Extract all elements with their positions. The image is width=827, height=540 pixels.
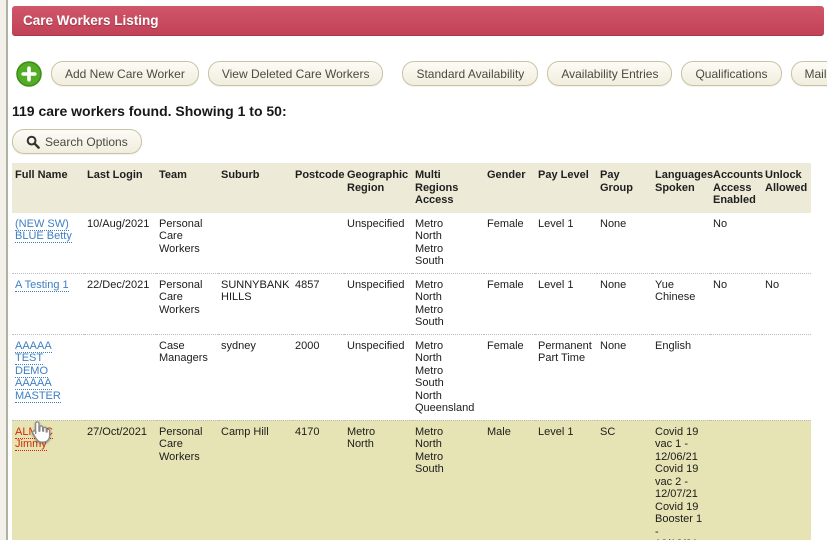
- cell: Covid 19 vac 1 - 12/06/21 Covid 19 vac 2…: [652, 420, 710, 540]
- cell: Metro North Metro South: [412, 273, 484, 335]
- cell: Level 1: [535, 273, 597, 335]
- cell: 22/Dec/2021: [84, 273, 156, 335]
- table-row: A Testing 1 22/Dec/2021 Personal Care Work…: [12, 273, 811, 335]
- column-header: Accounts Access Enabled: [710, 163, 763, 213]
- cell: [710, 334, 762, 421]
- cell-full-name: ALMAC Jimmy: [12, 420, 84, 540]
- cell: No: [710, 273, 762, 335]
- panel-left-border: [0, 0, 8, 540]
- cell: Unspecified: [344, 212, 412, 274]
- search-row: Search Options: [12, 129, 824, 154]
- column-header: Languages Spoken: [652, 163, 713, 213]
- table-header-row: Full Name Last Login Team Suburb Postcode Geo…: [12, 163, 811, 213]
- column-header: Full Name: [12, 163, 84, 213]
- cell: Yue Chinese: [652, 273, 710, 335]
- cell: SC: [597, 420, 652, 540]
- cell: None: [597, 212, 652, 274]
- table-body: (NEW SW) BLUE Betty 10/Aug/2021 Personal C…: [12, 212, 811, 540]
- column-header: Pay Level: [535, 163, 597, 213]
- column-header: Last Login: [84, 163, 156, 213]
- toolbar-button-standard-availability[interactable]: Standard Availability: [402, 61, 539, 86]
- table-row: (NEW SW) BLUE Betty 10/Aug/2021 Personal C…: [12, 212, 811, 274]
- column-header: Multi Regions Access: [412, 163, 484, 213]
- cell: [652, 212, 710, 274]
- cell: [762, 420, 811, 540]
- cell: Level 1: [535, 212, 597, 274]
- cell: sydney: [218, 334, 292, 421]
- page-title-bar: Care Workers Listing: [12, 6, 824, 36]
- cell: [84, 334, 156, 421]
- results-summary: 119 care workers found. Showing 1 to 50:: [12, 103, 287, 119]
- toolbar-button-qualifications[interactable]: Qualifications: [681, 61, 782, 86]
- cell: Personal Care Workers: [156, 273, 218, 335]
- toolbar: Add New Care Worker View Deleted Care Wor…: [12, 60, 827, 87]
- cell: English: [652, 334, 710, 421]
- cell: 4170: [292, 420, 344, 540]
- cell: No: [762, 273, 811, 335]
- table-row: ALMAC Jimmy 27/Oct/2021 Personal Care Work…: [12, 420, 811, 540]
- cell: Case Managers: [156, 334, 218, 421]
- cell: Metro North Metro South: [412, 212, 484, 274]
- cell: [292, 212, 344, 274]
- table-row: AAAAA TEST DEMO AAAAA MASTER Case Manager…: [12, 334, 811, 421]
- cell: Female: [484, 212, 535, 274]
- search-options-label: Search Options: [45, 134, 128, 149]
- care-worker-link[interactable]: A Testing 1: [15, 278, 69, 292]
- care-workers-table: Full Name Last Login Team Suburb Postcode Geo…: [12, 163, 811, 540]
- toolbar-button-view-deleted-care-workers[interactable]: View Deleted Care Workers: [207, 61, 384, 86]
- plus-icon[interactable]: [16, 60, 42, 87]
- cell-full-name: AAAAA TEST DEMO AAAAA MASTER: [12, 334, 84, 421]
- column-header: Team: [156, 163, 218, 213]
- column-header: Gender: [484, 163, 535, 213]
- cell: None: [597, 334, 652, 421]
- page-title: Care Workers Listing: [23, 13, 159, 28]
- cell: Female: [484, 273, 535, 335]
- cell: [218, 212, 292, 274]
- toolbar-button-availability-entries[interactable]: Availability Entries: [547, 61, 673, 86]
- search-options-button[interactable]: Search Options: [12, 129, 142, 154]
- cell: Female: [484, 334, 535, 421]
- care-worker-link[interactable]: AAAAA TEST DEMO AAAAA MASTER: [15, 339, 61, 403]
- column-header: Postcode: [292, 163, 345, 213]
- care-worker-link[interactable]: (NEW SW) BLUE Betty: [15, 217, 72, 243]
- cell-full-name: (NEW SW) BLUE Betty: [12, 212, 84, 274]
- cell: [710, 420, 762, 540]
- cell: [762, 334, 811, 421]
- cell: No: [710, 212, 762, 274]
- cell: Camp Hill: [218, 420, 292, 540]
- column-header: Geographic Region: [344, 163, 412, 213]
- column-header: Unlock Allowed: [762, 163, 811, 213]
- cell: Personal Care Workers: [156, 212, 218, 274]
- cell: Level 1: [535, 420, 597, 540]
- cell: 27/Oct/2021: [84, 420, 156, 540]
- cell: 4857: [292, 273, 344, 335]
- cell: 2000: [292, 334, 344, 421]
- cell: Permanent Part Time: [535, 334, 597, 421]
- content-panel: Care Workers Listing Add New Care Worker…: [12, 6, 827, 540]
- cell: Metro North Metro South: [412, 420, 484, 540]
- cell: 10/Aug/2021: [84, 212, 156, 274]
- magnifier-icon: [26, 135, 40, 149]
- cell: Unspecified: [344, 334, 412, 421]
- toolbar-button-add-new-care-worker[interactable]: Add New Care Worker: [51, 61, 199, 86]
- page: Care Workers Listing Add New Care Worker…: [0, 0, 827, 540]
- toolbar-button-mail-merge[interactable]: Mail Merge: [790, 61, 827, 86]
- column-header: Pay Group: [597, 163, 652, 213]
- cell: Metro North: [344, 420, 412, 540]
- cell: [762, 212, 811, 274]
- cell: SUNNYBANK HILLS: [218, 273, 292, 335]
- cell: Personal Care Workers: [156, 420, 218, 540]
- care-worker-link[interactable]: ALMAC Jimmy: [15, 425, 53, 451]
- cell-full-name: A Testing 1: [12, 273, 84, 335]
- cell: Metro North Metro South North Queensland: [412, 334, 484, 421]
- cell: Unspecified: [344, 273, 412, 335]
- cell: None: [597, 273, 652, 335]
- cell: Male: [484, 420, 535, 540]
- column-header: Suburb: [218, 163, 292, 213]
